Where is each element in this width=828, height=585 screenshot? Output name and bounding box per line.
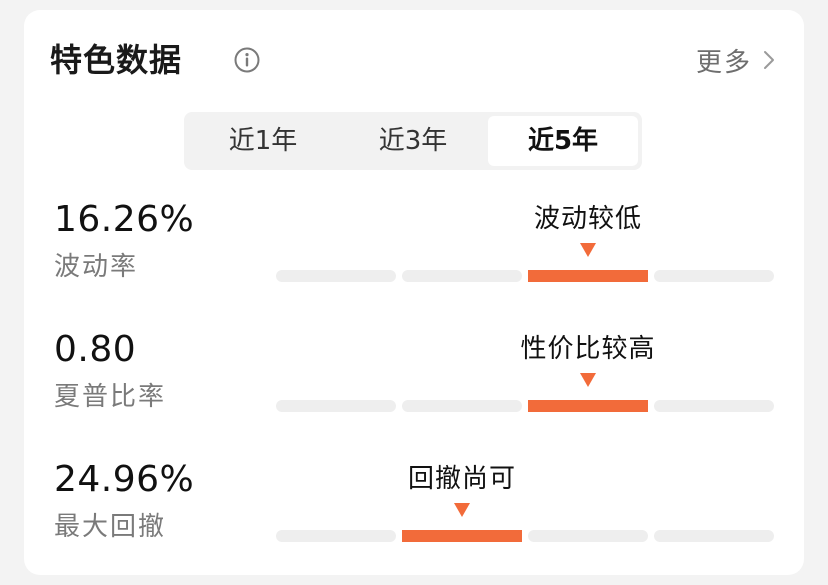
level-segment (402, 270, 522, 282)
level-segment (276, 400, 396, 412)
period-tabs: 近1年 近3年 近5年 (184, 112, 642, 170)
level-segment (528, 270, 648, 282)
metric-name: 波动率 (54, 252, 139, 282)
level-segment (528, 400, 648, 412)
metric-row-sharpe: 0.80 夏普比率 性价比较高 (54, 328, 774, 428)
level-bar (276, 400, 774, 412)
tab-1-year[interactable]: 近1年 (188, 116, 338, 166)
level-segment (276, 270, 396, 282)
tab-3-year[interactable]: 近3年 (338, 116, 488, 166)
triangle-down-icon (454, 503, 470, 517)
card-title: 特色数据 (50, 41, 183, 79)
level-segment (276, 530, 396, 542)
tab-5-year[interactable]: 近5年 (488, 116, 638, 166)
metric-name: 最大回撤 (54, 512, 167, 542)
level-bar (276, 530, 774, 542)
metric-row-max-drawdown: 24.96% 最大回撤 回撤尚可 (54, 458, 774, 558)
metric-value: 24.96% (54, 459, 195, 500)
card-header: 特色数据 更多 (50, 38, 778, 82)
chevron-right-icon (764, 51, 774, 69)
triangle-down-icon (580, 373, 596, 387)
metric-name: 夏普比率 (54, 382, 167, 412)
rating-label: 回撤尚可 (407, 464, 517, 494)
level-segment (654, 400, 774, 412)
triangle-down-icon (580, 243, 596, 257)
level-segment (402, 530, 522, 542)
info-circle-icon[interactable] (233, 46, 261, 74)
rating-label: 性价比较高 (520, 334, 656, 364)
rating-label: 波动较低 (533, 204, 643, 234)
level-segment (528, 530, 648, 542)
metric-row-volatility: 16.26% 波动率 波动较低 (54, 198, 774, 298)
more-link[interactable]: 更多 (696, 38, 778, 82)
level-segment (654, 270, 774, 282)
feature-data-card: 特色数据 更多 近1年 近3年 近5年 16.26% 波动率 波动较低 0.80… (24, 10, 804, 575)
level-segment (402, 400, 522, 412)
more-label: 更多 (695, 47, 752, 78)
level-bar (276, 270, 774, 282)
level-segment (654, 530, 774, 542)
metric-value: 0.80 (54, 329, 137, 370)
metric-value: 16.26% (54, 199, 195, 240)
